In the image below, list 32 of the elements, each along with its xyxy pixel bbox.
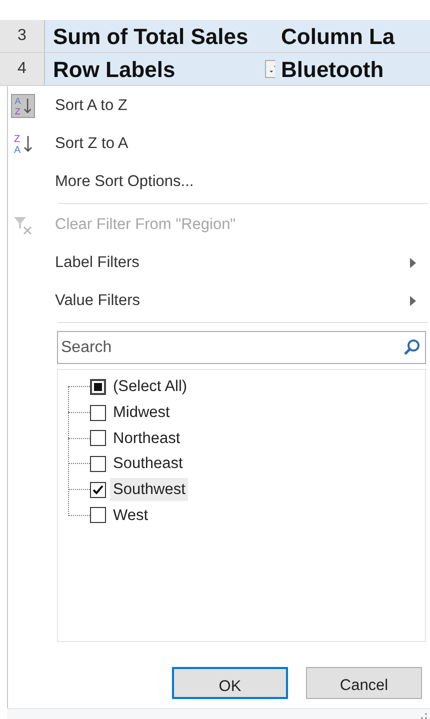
resize-grip-icon[interactable]	[420, 712, 428, 719]
row-header: 4	[0, 53, 45, 85]
checkbox[interactable]	[90, 482, 106, 498]
submenu-arrow-icon	[410, 296, 416, 306]
table-cell: Row Labels	[45, 53, 275, 85]
checkbox[interactable]	[90, 404, 106, 421]
ok-button[interactable]: OK	[172, 667, 288, 699]
submenu-arrow-icon	[410, 258, 416, 268]
value-item[interactable]: (Select All)	[110, 375, 190, 398]
value-item[interactable]: Northeast	[110, 426, 184, 450]
sort-ascending-icon: A Z	[11, 94, 35, 118]
value-item[interactable]: Southwest	[110, 478, 188, 502]
menu-item[interactable]: Value Filters	[8, 282, 430, 320]
search-field[interactable]: Search	[57, 331, 426, 364]
checkbox[interactable]	[90, 378, 106, 395]
checkbox[interactable]	[90, 507, 106, 524]
value-item[interactable]: Midwest	[110, 400, 173, 424]
checkbox[interactable]	[90, 430, 106, 446]
search-icon[interactable]	[403, 338, 421, 356]
cancel-button[interactable]: Cancel	[306, 667, 422, 699]
table-cell: Column La	[275, 20, 430, 52]
table-cell: Bluetooth	[275, 53, 430, 85]
value-item[interactable]: Southeast	[110, 452, 186, 476]
menu-item[interactable]: A Z Sort A to Z	[8, 87, 430, 125]
table-cell: Sum of Total Sales	[45, 20, 275, 52]
menu-item: Clear Filter From "Region"	[8, 206, 430, 244]
menu-item[interactable]: Z A Sort Z to A	[8, 125, 430, 163]
menu-item[interactable]: Label Filters	[8, 244, 430, 282]
menu-item[interactable]: More Sort Options...	[8, 163, 430, 201]
checkbox[interactable]	[90, 456, 106, 472]
row-header: 3	[0, 20, 45, 52]
value-item[interactable]: West	[110, 504, 152, 527]
